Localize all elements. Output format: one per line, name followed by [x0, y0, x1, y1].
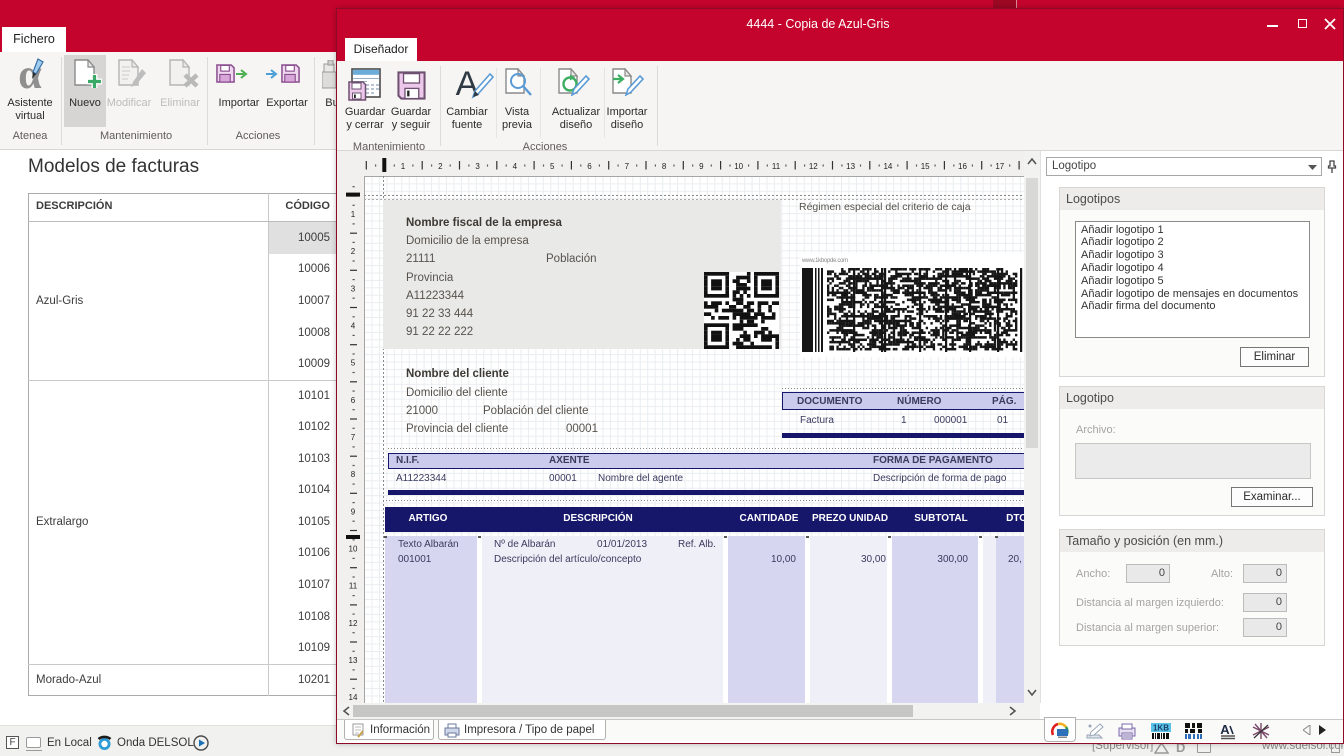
svg-text:5: 5	[550, 162, 555, 171]
svg-text:7: 7	[351, 433, 356, 442]
svg-text:3: 3	[351, 284, 356, 293]
svg-text:6: 6	[587, 162, 592, 171]
svg-text:11: 11	[349, 582, 358, 591]
svg-text:12: 12	[809, 162, 818, 171]
svg-text:10: 10	[734, 162, 743, 171]
svg-text:1: 1	[401, 162, 406, 171]
svg-text:8: 8	[351, 470, 356, 479]
svg-text:15: 15	[921, 162, 930, 171]
svg-text:7: 7	[625, 162, 630, 171]
svg-text:4: 4	[351, 322, 356, 331]
svg-text:17: 17	[995, 162, 1004, 171]
svg-text:11: 11	[772, 162, 781, 171]
svg-text:14: 14	[883, 162, 892, 171]
svg-text:9: 9	[351, 507, 356, 516]
svg-text:13: 13	[846, 162, 855, 171]
svg-text:12: 12	[349, 619, 358, 628]
svg-text:2: 2	[351, 247, 356, 256]
svg-text:A: A	[1220, 722, 1230, 737]
svg-text:10: 10	[349, 545, 358, 554]
svg-text:14: 14	[349, 693, 358, 702]
svg-text:1: 1	[351, 210, 356, 219]
svg-text:2: 2	[438, 162, 443, 171]
svg-text:3: 3	[475, 162, 480, 171]
svg-text:1KB: 1KB	[1153, 724, 1169, 733]
svg-text:5: 5	[351, 359, 356, 368]
svg-text:9: 9	[699, 162, 704, 171]
svg-text:13: 13	[349, 656, 358, 665]
svg-text:6: 6	[351, 396, 356, 405]
svg-text:8: 8	[662, 162, 667, 171]
svg-text:16: 16	[958, 162, 967, 171]
svg-text:4: 4	[513, 162, 518, 171]
